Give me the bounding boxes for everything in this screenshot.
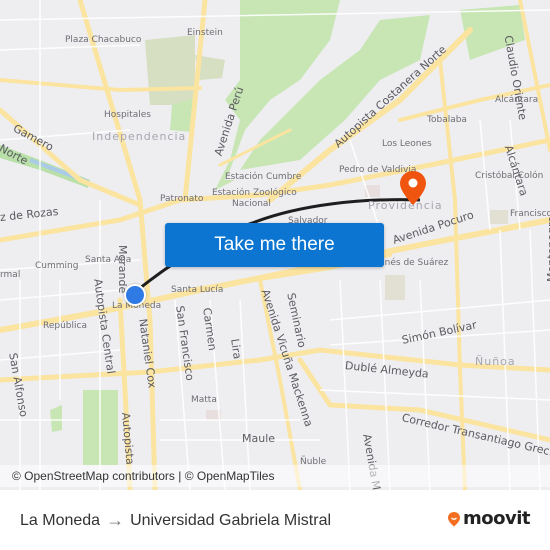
- street-label: Maule: [242, 432, 276, 445]
- destination-name: Universidad Gabriela Mistral: [130, 511, 332, 529]
- brand-name: moovit: [463, 508, 531, 529]
- footer-bar: La Moneda → Universidad Gabriela Mistral…: [0, 490, 550, 550]
- place-label: Francisco: [510, 209, 550, 219]
- place-label: Patronato: [160, 194, 204, 204]
- station-label: Estación Cumbre: [225, 172, 302, 182]
- destination-marker[interactable]: [399, 170, 427, 206]
- place-label: República: [43, 321, 87, 331]
- place-label: Inés de Suárez: [382, 258, 449, 268]
- district-label: Ñuñoa: [475, 355, 516, 368]
- moovit-logo[interactable]: moovit: [447, 508, 531, 529]
- place-label: Einstein: [187, 28, 223, 38]
- take-me-there-button[interactable]: Take me there: [165, 223, 384, 267]
- station-label: Estación Zoológico: [212, 188, 297, 198]
- place-label: Santa Ana: [85, 255, 132, 265]
- place-label: Matta: [191, 395, 217, 405]
- place-label: rmal: [0, 270, 21, 280]
- place-label: Santa Lucía: [171, 285, 224, 295]
- arrow-right-icon: →: [106, 510, 125, 530]
- street-label: Morandé: [116, 245, 129, 294]
- place-label: Cristóbal Colón: [475, 171, 544, 181]
- district-label: Independencia: [92, 130, 187, 143]
- station-label: Nacional: [232, 199, 271, 209]
- route-summary: La Moneda → Universidad Gabriela Mistral: [20, 510, 331, 531]
- block: [490, 210, 508, 224]
- origin-marker[interactable]: [124, 284, 146, 306]
- street-label: Montenegro: [545, 215, 550, 282]
- map-pin-icon: [400, 171, 426, 205]
- park-lagoon: [50, 405, 62, 432]
- place-label: Tobalaba: [427, 115, 467, 125]
- map-attribution: © OpenStreetMap contributors | © OpenMap…: [0, 465, 550, 487]
- street-label: Lira: [228, 337, 244, 360]
- place-label: Plaza Chacabuco: [65, 35, 142, 45]
- moovit-pin-icon: [448, 511, 460, 526]
- attribution-text[interactable]: © OpenStreetMap contributors | © OpenMap…: [12, 469, 274, 483]
- place-label: Los Leones: [382, 139, 432, 149]
- park-north: [145, 35, 195, 105]
- place-label: Cumming: [35, 261, 79, 271]
- map-view[interactable]: Plaza Chacabuco Einstein Hospitales Inde…: [0, 0, 550, 490]
- origin-name: La Moneda: [20, 511, 101, 529]
- place-label: Hospitales: [104, 110, 151, 120]
- block: [385, 275, 405, 300]
